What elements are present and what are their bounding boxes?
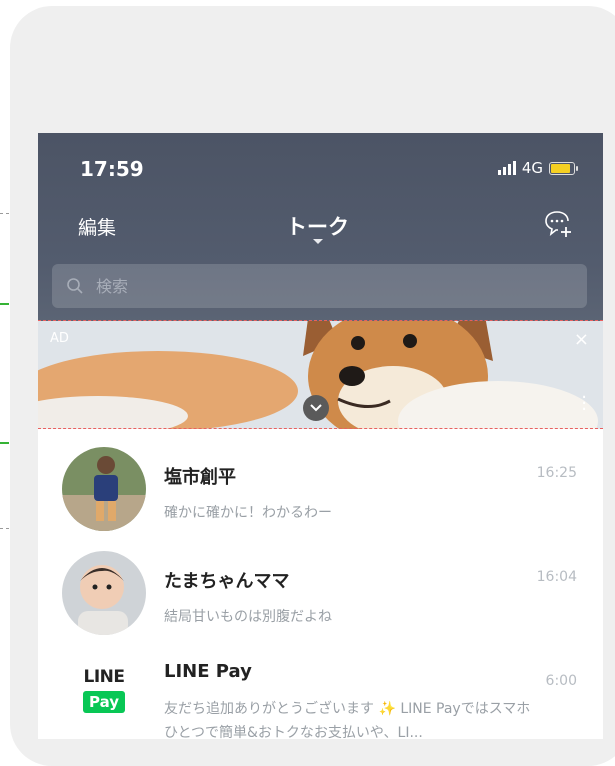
avatar [62, 551, 146, 635]
highlight-guide [38, 320, 603, 321]
page-title[interactable]: トーク [286, 211, 349, 241]
battery-icon [549, 161, 578, 175]
chat-name: 塩市創平 [164, 467, 236, 488]
avatar [62, 447, 146, 531]
more-vertical-icon[interactable]: · · · [581, 389, 587, 419]
guide-line [0, 303, 9, 305]
chat-time: 6:00 [545, 673, 577, 689]
chat-time: 16:25 [536, 465, 577, 481]
chat-message: 結局甘いものは別腹だよね [164, 609, 332, 625]
logo-pay-text: Pay [82, 691, 126, 713]
close-icon[interactable]: × [574, 329, 589, 350]
logo-line-text: LINE [83, 667, 126, 687]
guide-line [0, 528, 9, 530]
chat-row[interactable]: たまちゃんママ 結局甘いものは別腹だよね 16:04 [38, 533, 603, 637]
header: 17:59 4G 編集 トーク [38, 133, 603, 321]
chat-list: 塩市創平 確かに確かに！わかるわー 16:25 たまちゃんママ 結局甘いものは別… [38, 429, 603, 739]
chat-row[interactable]: LINE Pay LINE Pay 友だち追加ありがとうございます ✨ LINE… [38, 637, 603, 739]
status-time: 17:59 [80, 157, 144, 181]
caret-down-icon[interactable] [313, 239, 323, 244]
chat-message: 確かに確かに！わかるわー [164, 505, 332, 521]
guide-line [0, 442, 9, 444]
phone-screen: 17:59 4G 編集 トーク 検索 AD × · · · 塩市創平 確かに確か… [38, 133, 603, 739]
search-bar[interactable] [52, 264, 587, 308]
chat-name: たまちゃんママ [164, 571, 290, 592]
chat-message: 友だち追加ありがとうございます ✨ LINE Payではスマホひとつで簡単&おト… [164, 701, 531, 739]
chevron-down-icon[interactable] [303, 395, 329, 421]
network-label: 4G [521, 159, 543, 177]
ad-banner[interactable]: AD × · · · [38, 321, 603, 429]
guide-line [0, 213, 9, 215]
search-input[interactable] [94, 275, 498, 297]
search-icon [67, 278, 83, 294]
new-chat-icon[interactable] [543, 209, 573, 239]
signal-icon [497, 161, 516, 175]
edit-button[interactable]: 編集 [78, 213, 116, 240]
chat-row[interactable]: 塩市創平 確かに確かに！わかるわー 16:25 [38, 429, 603, 533]
line-pay-logo: LINE Pay [76, 667, 132, 713]
chat-time: 16:04 [536, 569, 577, 585]
status-indicators: 4G [497, 159, 578, 177]
ad-label: AD [50, 331, 69, 346]
chat-name: LINE Pay [164, 661, 252, 682]
highlight-guide [38, 428, 603, 429]
